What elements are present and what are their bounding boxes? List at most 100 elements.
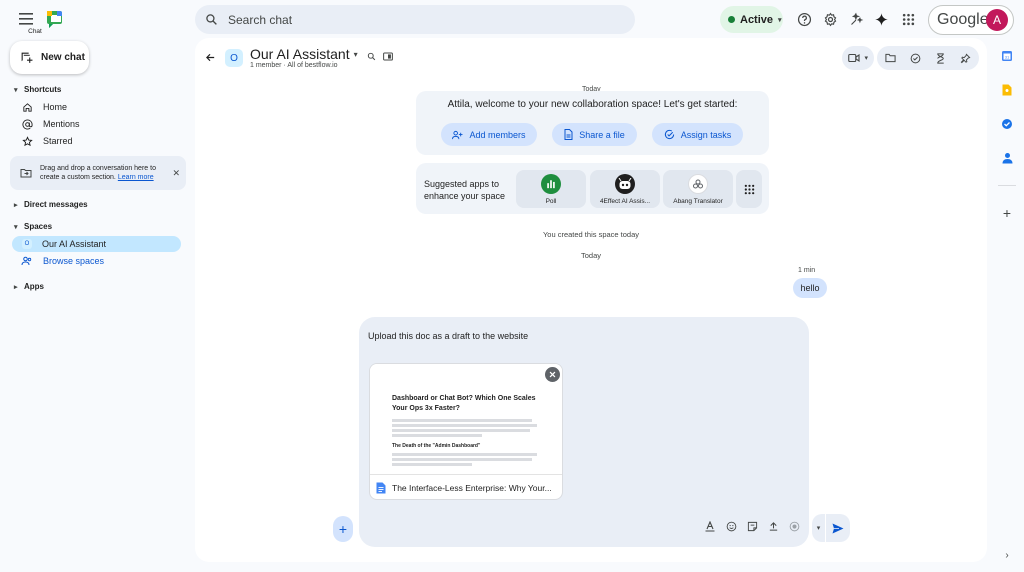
gemini-button[interactable] [872, 10, 890, 28]
message-bubble[interactable]: hello [793, 278, 827, 298]
plus-icon: + [338, 521, 348, 537]
main-menu-button[interactable] [14, 8, 38, 30]
composer-text[interactable]: Upload this doc as a draft to the websit… [368, 331, 528, 341]
app-tile-4effect[interactable]: 4Effect AI Assis... [590, 170, 660, 208]
app-tile-abang-translator[interactable]: Abang Translator [663, 170, 733, 208]
settings-button[interactable] [821, 10, 839, 28]
learn-more-link[interactable]: Learn more [118, 174, 154, 181]
sidebar-item-mentions[interactable]: Mentions [20, 116, 80, 132]
add-content-button[interactable]: + [333, 516, 353, 542]
conversation-panel: O Our AI Assistant ▾ 1 member · All of b… [195, 38, 987, 562]
video-camera-icon [848, 53, 861, 63]
google-apps-button[interactable] [899, 10, 917, 28]
close-icon[interactable]: ✕ [172, 168, 180, 179]
gif-button[interactable] [746, 520, 758, 532]
space-title-dropdown[interactable]: Our AI Assistant ▾ [250, 46, 358, 62]
browse-spaces-link[interactable]: Browse spaces [20, 253, 104, 269]
apps-label: Apps [24, 282, 44, 291]
video-call-button[interactable] [848, 53, 861, 63]
sidebar-item-our-ai-assistant[interactable]: O Our AI Assistant [12, 236, 181, 252]
sticker-icon [747, 521, 757, 531]
search-input[interactable] [228, 12, 608, 27]
spaces-section-toggle[interactable]: ▾ Spaces [14, 222, 52, 231]
direct-messages-label: Direct messages [24, 200, 88, 209]
record-video-button[interactable] [788, 520, 800, 532]
caret-right-icon: ▸ [14, 201, 18, 209]
apps-grid-icon [902, 13, 914, 25]
contacts-addon-icon[interactable] [1000, 151, 1014, 165]
space-title: Our AI Assistant [250, 46, 350, 62]
tasks-button[interactable] [910, 53, 921, 64]
side-panel-button[interactable] [383, 52, 393, 61]
back-button[interactable] [205, 52, 216, 63]
sidebar-item-starred[interactable]: Starred [20, 133, 73, 149]
tasks-addon-icon[interactable] [1000, 117, 1014, 131]
app-tile-poll[interactable]: Poll [516, 170, 586, 208]
keep-addon-icon[interactable] [1000, 83, 1014, 97]
emoji-button[interactable] [725, 520, 737, 532]
calendar-addon-icon[interactable]: 31 [1000, 49, 1014, 63]
chevron-down-icon: ▾ [778, 16, 782, 24]
account-switcher[interactable]: Google A [928, 5, 1014, 35]
assign-tasks-button[interactable]: Assign tasks [652, 123, 743, 146]
chevron-down-icon[interactable]: ▾ [864, 54, 868, 62]
sidebar-item-label: Our AI Assistant [42, 239, 107, 249]
assign-tasks-label: Assign tasks [680, 129, 732, 140]
help-button[interactable] [795, 10, 813, 28]
search-icon [367, 52, 376, 61]
caret-right-icon: ▸ [14, 283, 18, 291]
app-name: Poll [545, 198, 557, 205]
space-avatar: O [225, 49, 243, 67]
more-apps-button[interactable] [736, 170, 762, 208]
files-button[interactable] [885, 53, 896, 63]
close-icon [549, 371, 556, 378]
preview-title: Dashboard or Chat Bot? Which One Scales … [392, 395, 536, 412]
add-members-label: Add members [469, 129, 526, 140]
add-members-button[interactable]: Add members [441, 123, 537, 146]
apps-script-button[interactable] [847, 10, 865, 28]
sidebar-item-label: Home [43, 102, 68, 112]
upload-button[interactable] [767, 520, 779, 532]
search-bar[interactable] [195, 5, 635, 34]
pinned-button[interactable] [960, 53, 971, 64]
add-addon-plus-icon[interactable]: + [1000, 205, 1014, 221]
preview-section-heading: The Death of the "Admin Dashboard" [392, 443, 481, 449]
share-file-button[interactable]: Share a file [552, 123, 637, 146]
status-dropdown[interactable]: Active ▾ [720, 6, 783, 33]
send-button[interactable] [826, 523, 850, 534]
app-name: 4Effect AI Assis... [599, 198, 651, 205]
workflows-button[interactable] [935, 52, 946, 64]
search-in-space-button[interactable] [367, 52, 376, 61]
upload-icon [769, 521, 777, 531]
sparkle-tool-icon [850, 12, 863, 25]
attachment-file-name: The Interface-Less Enterprise: Why Your.… [392, 483, 552, 493]
app-name: Abang Translator [673, 198, 723, 205]
video-call-group: ▾ [842, 46, 874, 70]
chevron-right-icon[interactable]: › [1000, 548, 1014, 562]
attachment-card[interactable]: Dashboard or Chat Bot? Which One Scales … [369, 363, 563, 500]
caret-down-icon[interactable]: ▾ [812, 514, 826, 542]
translator-icon [688, 174, 708, 194]
shortcuts-label: Shortcuts [24, 85, 62, 94]
shortcuts-section-toggle[interactable]: ▾ Shortcuts [14, 85, 61, 94]
google-wordmark: Google [937, 11, 989, 28]
new-chat-button[interactable]: New chat [10, 41, 89, 74]
home-icon [20, 102, 34, 113]
at-icon [20, 118, 34, 130]
task-add-icon [664, 129, 674, 140]
date-divider: Today [580, 251, 601, 260]
format-text-button[interactable] [704, 520, 716, 532]
poll-icon [541, 174, 561, 194]
new-chat-icon [21, 52, 33, 63]
arrow-left-icon [206, 53, 215, 62]
remove-attachment-button[interactable] [545, 367, 560, 382]
send-button-group[interactable]: ▾ [812, 514, 850, 542]
message-composer[interactable]: Upload this doc as a draft to the websit… [359, 317, 809, 547]
google-docs-icon [376, 482, 386, 494]
space-subtitle: 1 member · All of bestflow.io [250, 62, 338, 69]
sidebar-item-home[interactable]: Home [20, 99, 67, 115]
task-check-icon [910, 53, 921, 63]
apps-section-toggle[interactable]: ▸ Apps [14, 282, 44, 291]
direct-messages-section-toggle[interactable]: ▸ Direct messages [14, 200, 88, 209]
attachment-footer: The Interface-Less Enterprise: Why Your.… [370, 474, 562, 499]
